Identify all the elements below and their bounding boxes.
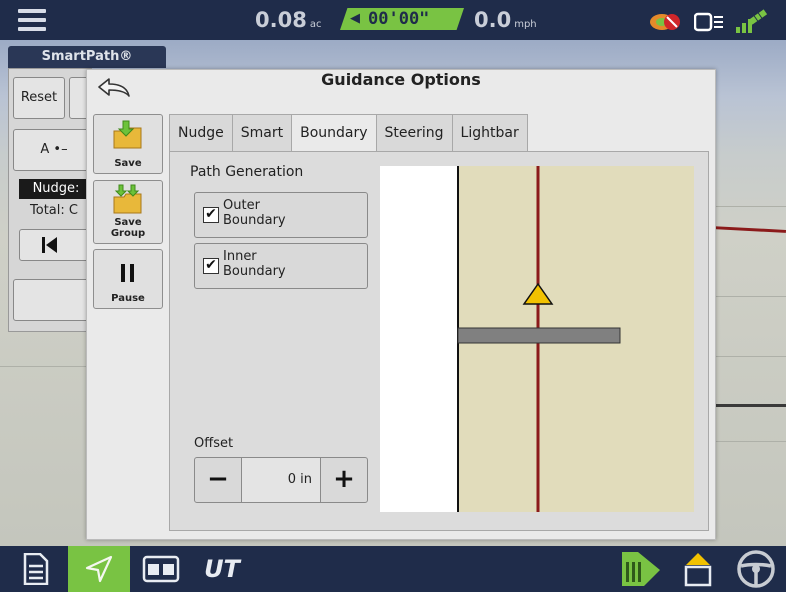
nav-guidance[interactable] xyxy=(68,546,130,592)
timer-value: 00'00" xyxy=(368,9,430,29)
nudge-readout: Nudge: xyxy=(19,179,93,199)
smartpath-tab[interactable]: SmartPath® xyxy=(8,46,166,68)
outer-boundary-checkbox[interactable]: ✔ xyxy=(203,207,219,223)
dialog-title: Guidance Options xyxy=(321,70,481,89)
offset-value[interactable]: 0 in xyxy=(242,458,320,502)
outer-boundary-toggle[interactable]: ✔ Outer Boundary xyxy=(194,192,368,238)
inner-boundary-label: Inner Boundary xyxy=(223,249,286,279)
nav-steering[interactable] xyxy=(728,546,784,592)
tab-smart[interactable]: Smart xyxy=(231,114,293,151)
nav-split-view[interactable] xyxy=(132,546,190,592)
implement-bar xyxy=(457,327,621,344)
gps-satellite-icon[interactable] xyxy=(734,9,768,35)
guidance-line-background xyxy=(711,226,786,233)
area-readout: 0.08 ac xyxy=(255,8,322,32)
smartpath-action-button[interactable] xyxy=(13,279,95,321)
path-generation-legend: Path Generation xyxy=(190,164,308,180)
inner-boundary-checkbox[interactable]: ✔ xyxy=(203,258,219,274)
inner-boundary-toggle[interactable]: ✔ Inner Boundary xyxy=(194,243,368,289)
tab-lightbar[interactable]: Lightbar xyxy=(451,114,528,151)
run-screen-icon xyxy=(684,553,712,587)
status-bar: 0.08 ac ◀ 00'00" 0.0 mph xyxy=(0,0,786,40)
pause-button-label: Pause xyxy=(111,293,145,304)
steering-wheel-icon xyxy=(737,550,775,588)
boundary-tab-content: Path Generation ✔ Outer Boundary ✔ Inner B… xyxy=(169,151,709,531)
smartpath-panel: Reset A •– Nudge: Total: C xyxy=(8,68,95,332)
ut-label: UT xyxy=(204,555,240,583)
menu-icon[interactable] xyxy=(18,9,46,31)
speed-readout: 0.0 mph xyxy=(474,8,537,32)
nav-universal-terminal[interactable]: UT xyxy=(192,546,252,592)
save-folder-icon xyxy=(113,120,142,149)
offset-decrease-button[interactable]: − xyxy=(195,458,242,502)
back-button[interactable] xyxy=(95,76,135,100)
save-group-button-label: Save Group xyxy=(110,217,146,239)
tab-nudge[interactable]: Nudge xyxy=(169,114,233,151)
guidance-arrow-icon xyxy=(85,555,113,583)
reset-button[interactable]: Reset xyxy=(13,77,65,119)
nav-run-screen[interactable] xyxy=(672,546,724,592)
save-button-label: Save xyxy=(114,158,142,169)
total-readout: Total: C xyxy=(30,203,78,218)
skip-back-button[interactable] xyxy=(19,229,95,261)
split-view-icon xyxy=(142,555,180,583)
field-operation-icon xyxy=(622,552,660,586)
guidance-status-icon[interactable] xyxy=(648,11,684,33)
document-icon xyxy=(23,553,49,585)
save-button[interactable]: Save xyxy=(93,114,163,174)
offset-increase-button[interactable]: + xyxy=(320,458,367,502)
timer-arrow-icon: ◀ xyxy=(350,11,360,26)
outer-boundary-label: Outer Boundary xyxy=(223,198,286,228)
bottom-nav-bar: UT xyxy=(0,546,786,592)
offset-label: Offset xyxy=(194,436,234,451)
display-status-icon[interactable] xyxy=(694,11,724,33)
guidance-line-background-2 xyxy=(712,404,786,407)
guidance-options-dialog: Guidance Options Save Save Group Pause N… xyxy=(86,69,716,540)
tab-boundary[interactable]: Boundary xyxy=(291,114,377,153)
pause-button[interactable]: Pause xyxy=(93,249,163,309)
save-group-folder-icon xyxy=(113,184,142,214)
save-group-button[interactable]: Save Group xyxy=(93,180,163,244)
nav-field-operations[interactable] xyxy=(612,546,668,592)
pause-icon xyxy=(121,264,134,282)
nav-documents[interactable] xyxy=(8,546,64,592)
offset-stepper: − 0 in + xyxy=(194,457,368,503)
skip-back-icon xyxy=(42,237,57,253)
boundary-preview xyxy=(380,166,694,512)
tab-steering[interactable]: Steering xyxy=(375,114,453,151)
back-arrow-icon xyxy=(98,78,130,97)
tab-bar: Nudge Smart Boundary Steering Lightbar xyxy=(169,114,528,153)
ab-line-button[interactable]: A •– xyxy=(13,129,95,171)
